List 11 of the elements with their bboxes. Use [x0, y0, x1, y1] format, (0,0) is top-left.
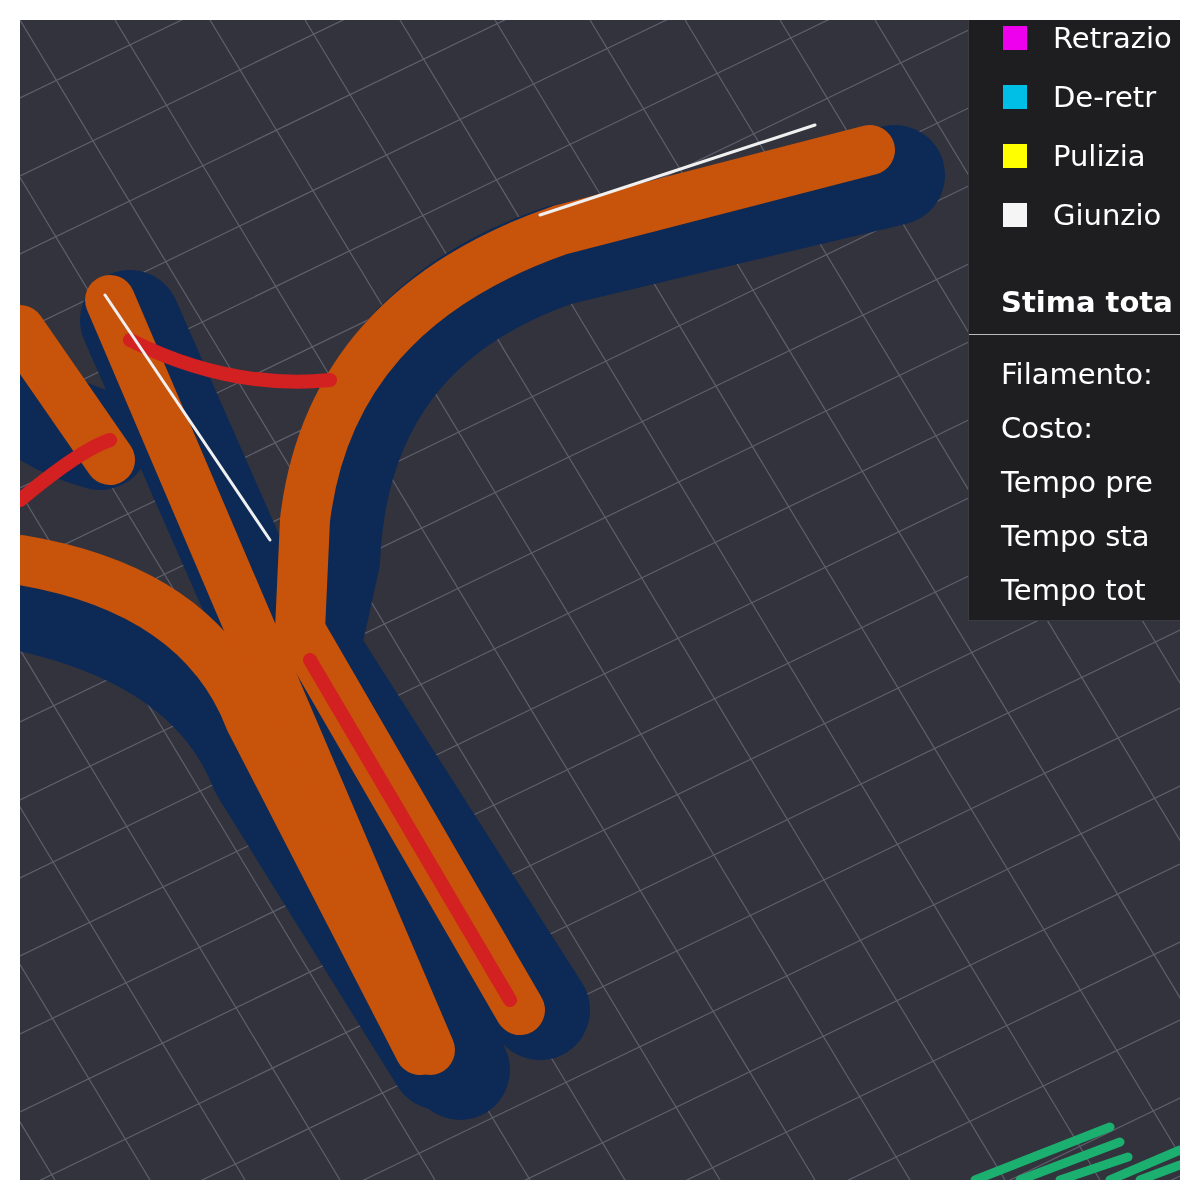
estimate-label: Filamento:: [1001, 356, 1154, 393]
estimate-label: Tempo tot: [1001, 572, 1147, 609]
estimate-title: Stima tota: [1000, 284, 1174, 321]
estimate-label: Costo:: [1001, 410, 1094, 447]
legend-label: De-retr: [1053, 79, 1157, 114]
legend-label: Pulizia: [1053, 138, 1146, 173]
estimate-label: Tempo pre: [1001, 464, 1154, 501]
legend-label: Giunzio: [1053, 197, 1162, 232]
estimate-label: Tempo sta: [1001, 518, 1151, 555]
legend-label: Retrazio: [1053, 20, 1172, 55]
3d-viewport[interactable]: Retrazio De-retr Pulizia Giunzio Stima tota Filamento: Costo: Tempo pre Tempo sta Tempo tot: [20, 20, 1180, 1180]
